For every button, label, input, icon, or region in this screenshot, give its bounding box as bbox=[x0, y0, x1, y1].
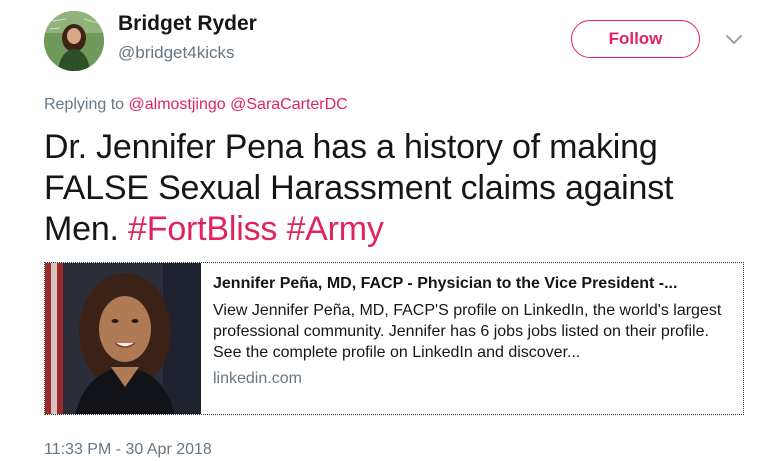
user-avatar[interactable] bbox=[44, 11, 104, 71]
link-preview-card[interactable]: Jennifer Peña, MD, FACP - Physician to t… bbox=[44, 262, 744, 415]
reply-mention-almostjingo[interactable]: @almostjingo bbox=[129, 96, 226, 113]
hashtag-army[interactable]: #Army bbox=[286, 210, 383, 248]
card-thumbnail bbox=[45, 263, 201, 414]
card-description: View Jennifer Peña, MD, FACP'S profile o… bbox=[213, 302, 722, 361]
card-body: Jennifer Peña, MD, FACP - Physician to t… bbox=[213, 273, 733, 388]
card-title: Jennifer Peña, MD, FACP - Physician to t… bbox=[213, 275, 678, 292]
display-name[interactable]: Bridget Ryder bbox=[118, 12, 257, 36]
portrait-image bbox=[45, 263, 201, 414]
tweet-timestamp[interactable]: 11:33 PM - 30 Apr 2018 bbox=[44, 441, 212, 459]
hashtag-fortbliss[interactable]: #FortBliss bbox=[128, 210, 277, 248]
reply-context: Replying to @almostjingo @SaraCarterDC bbox=[44, 96, 348, 114]
profile-avatar-image bbox=[44, 11, 104, 71]
reply-prefix: Replying to bbox=[44, 96, 125, 113]
user-handle[interactable]: @bridget4kicks bbox=[118, 43, 234, 63]
tweet-text: Dr. Jennifer Pena has a history of makin… bbox=[44, 127, 734, 250]
chevron-down-icon[interactable] bbox=[725, 34, 743, 46]
follow-button[interactable]: Follow bbox=[571, 20, 700, 58]
tweet: Bridget Ryder @bridget4kicks Follow Repl… bbox=[0, 0, 759, 461]
reply-mention-saracarterdc[interactable]: @SaraCarterDC bbox=[230, 96, 348, 113]
card-domain: linkedin.com bbox=[213, 370, 302, 387]
